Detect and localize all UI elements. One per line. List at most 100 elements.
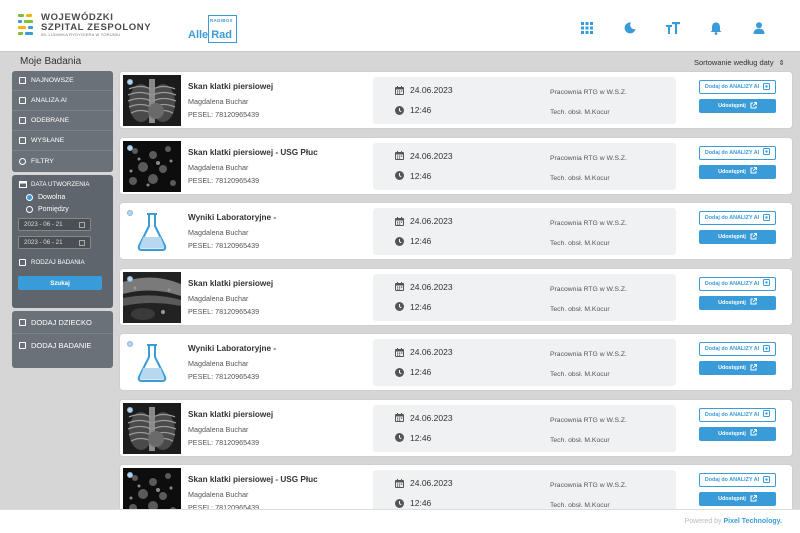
- search-button[interactable]: Szukaj: [18, 276, 102, 290]
- filter-received[interactable]: ODEBRANE: [12, 111, 113, 131]
- add-exam-button[interactable]: DODAJ BADANIE: [12, 334, 113, 357]
- grid-icon[interactable]: [565, 19, 608, 37]
- exam-location: Pracownia RTG w W.S.Z.: [550, 220, 627, 227]
- user-icon[interactable]: [737, 19, 780, 37]
- radio-any-date[interactable]: Dowolna: [12, 188, 113, 201]
- patient-name: Magdalena Buchar: [188, 162, 249, 172]
- exam-date: 24.06.2023: [394, 413, 453, 423]
- date-from-value: 2023 - 06 - 21: [24, 221, 63, 228]
- status-badge: [127, 79, 133, 85]
- add-to-ai-label: Dodaj do ANALIZY AI: [704, 411, 760, 418]
- exam-time: 12:46: [394, 236, 431, 246]
- checkbox-icon: [19, 77, 26, 84]
- ai-icon: [763, 475, 771, 485]
- share-button[interactable]: Udostępnij: [699, 230, 776, 244]
- add-to-ai-analysis-button[interactable]: Dodaj do ANALIZY AI: [699, 145, 776, 160]
- exam-thumbnail[interactable]: [123, 402, 181, 454]
- patient-pesel: PESEL: 78120965439: [188, 306, 260, 316]
- exam-thumbnail[interactable]: [123, 206, 181, 257]
- exam-title: Skan klatki piersiowej: [188, 409, 274, 419]
- hospital-logo[interactable]: WOJEWÓDZKI SZPITAL ZESPOLONY IM. LUDWIKA…: [18, 13, 151, 37]
- radio-label: Pomiędzy: [38, 206, 69, 213]
- exam-thumbnail[interactable]: [123, 337, 181, 388]
- add-to-ai-analysis-button[interactable]: Dodaj do ANALIZY AI: [699, 407, 776, 422]
- patient-name: Magdalena Buchar: [188, 359, 249, 368]
- add-to-ai-analysis-button[interactable]: Dodaj do ANALIZY AI: [699, 276, 776, 291]
- add-to-ai-label: Dodaj do ANALIZY AI: [704, 477, 760, 483]
- exam-technician: Tech. obsł. M.Kocur: [550, 502, 610, 509]
- top-bar: WOJEWÓDZKI SZPITAL ZESPOLONY IM. LUDWIKA…: [0, 0, 800, 52]
- share-icon: [750, 232, 757, 242]
- calendar-icon: [394, 216, 404, 226]
- radio-between-dates[interactable]: Pomiędzy: [12, 201, 113, 213]
- calendar-icon: [19, 181, 27, 188]
- sort-control[interactable]: Sortowanie według daty ⇕: [694, 58, 785, 67]
- add-to-ai-analysis-button[interactable]: Dodaj do ANALIZY AI: [699, 80, 776, 94]
- add-to-ai-label: Dodaj do ANALIZY AI: [704, 84, 760, 90]
- ai-icon: [763, 410, 771, 419]
- exam-time-value: 12:46: [410, 170, 432, 181]
- date-to-input[interactable]: 2023 - 06 - 21: [18, 236, 91, 249]
- status-badge: [127, 210, 133, 216]
- moon-icon[interactable]: [608, 19, 651, 37]
- exam-technician: Tech. obsł. M.Kocur: [550, 371, 610, 378]
- exam-thumbnail[interactable]: [123, 271, 181, 323]
- exam-location: Pracownia RTG w W.S.Z.: [550, 351, 627, 358]
- checkbox-icon: [19, 97, 26, 104]
- add-to-ai-analysis-button[interactable]: Dodaj do ANALIZY AI: [699, 473, 776, 487]
- share-button[interactable]: Udostępnij: [699, 426, 776, 441]
- exam-info-box: 24.06.2023 12:46 Pracownia RTG w W.S.Z. Tec…: [373, 273, 676, 321]
- exam-technician: Tech. obsł. M.Kocur: [550, 305, 610, 313]
- radio-selected-icon: [26, 194, 33, 201]
- text-size-icon[interactable]: [651, 19, 694, 37]
- exam-technician: Tech. obsł. M.Kocur: [550, 240, 610, 247]
- exam-card[interactable]: Wyniki Laboratoryjne - Magdalena Buchar PE…: [119, 333, 793, 391]
- exam-date-value: 24.06.2023: [410, 347, 453, 357]
- date-filter-panel: DATA UTWORZENIA Dowolna Pomiędzy 2023 - …: [12, 175, 113, 308]
- exam-title: Skan klatki piersiowej: [188, 278, 274, 288]
- checkbox-icon: [19, 117, 26, 124]
- filter-label: FILTRY: [31, 157, 54, 165]
- radio-icon: [19, 157, 26, 165]
- filter-label: ODEBRANE: [31, 117, 70, 124]
- filter-exam-type[interactable]: RODZAJ BADANIA: [12, 249, 113, 266]
- filter-newest[interactable]: NAJNOWSZE: [12, 71, 113, 91]
- date-to-value: 2023 - 06 - 21: [24, 239, 63, 246]
- exam-time-value: 12:46: [410, 236, 432, 246]
- share-button[interactable]: Udostępnij: [699, 164, 776, 179]
- logo-line-2: SZPITAL ZESPOLONY: [41, 21, 152, 33]
- add-child-button[interactable]: DODAJ DZIECKO: [12, 311, 113, 334]
- exam-card[interactable]: Wyniki Laboratoryjne - Magdalena Buchar PE…: [119, 202, 793, 260]
- filter-sent[interactable]: WYSŁANE: [12, 131, 113, 151]
- share-button[interactable]: Udostępnij: [699, 492, 776, 506]
- add-to-ai-analysis-button[interactable]: Dodaj do ANALIZY AI: [699, 342, 776, 356]
- exam-time-value: 12:46: [410, 432, 432, 443]
- calendar-icon: [394, 151, 404, 161]
- sort-label: Sortowanie według daty: [694, 58, 774, 67]
- exam-thumbnail[interactable]: [123, 75, 181, 126]
- exam-card[interactable]: Skan klatki piersiowej Magdalena Buchar PE…: [119, 398, 793, 457]
- share-button[interactable]: Udostępnij: [699, 295, 776, 310]
- sort-arrows-icon: ⇕: [778, 60, 785, 67]
- date-created-header: DATA UTWORZENIA: [12, 175, 113, 188]
- clock-icon: [394, 498, 404, 508]
- share-button[interactable]: Udostępnij: [699, 99, 776, 113]
- date-from-input[interactable]: 2023 - 06 - 21: [18, 218, 91, 231]
- exam-info-box: 24.06.2023 12:46 Pracownia RTG w W.S.Z. Tec…: [373, 142, 676, 190]
- checkbox-icon: [19, 342, 26, 349]
- filter-ai-analysis[interactable]: ANALIZA AI: [12, 91, 113, 111]
- exam-card[interactable]: Skan klatki piersiowej Magdalena Buchar PE…: [119, 71, 793, 129]
- clock-icon: [394, 433, 404, 443]
- share-label: Udostępnij: [718, 299, 746, 306]
- powered-by: Powered by Pixel Technology.: [685, 518, 782, 525]
- exam-title: Skan klatki piersiowej - USG Płuc: [188, 147, 318, 157]
- exam-card[interactable]: Skan klatki piersiowej Magdalena Buchar PE…: [119, 267, 793, 326]
- bell-icon[interactable]: [694, 19, 737, 37]
- exam-card[interactable]: Skan klatki piersiowej - USG Płuc Magdale…: [119, 136, 793, 195]
- filter-filters[interactable]: FILTRY: [12, 151, 113, 171]
- exam-thumbnail[interactable]: [123, 140, 181, 192]
- exam-technician: Tech. obsł. M.Kocur: [550, 436, 610, 444]
- share-button[interactable]: Udostępnij: [699, 361, 776, 375]
- share-label: Udostępnij: [718, 234, 746, 240]
- add-to-ai-analysis-button[interactable]: Dodaj do ANALIZY AI: [699, 211, 776, 225]
